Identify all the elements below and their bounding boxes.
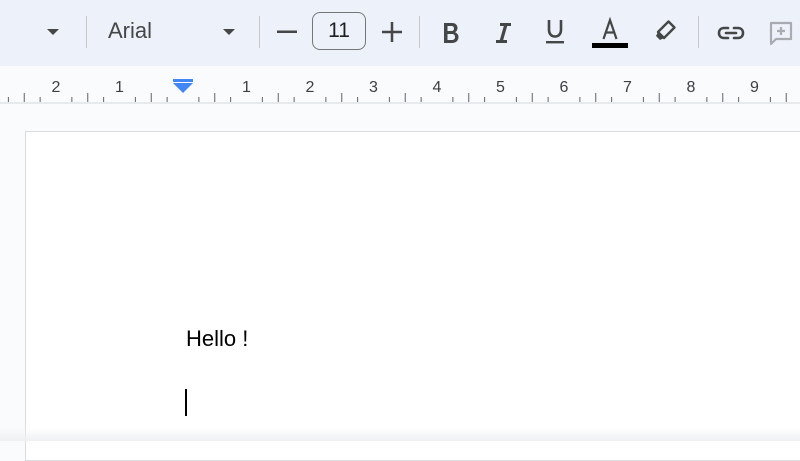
font-family-value: Arial [108, 18, 153, 43]
ruler-label: 2 [306, 79, 315, 96]
underline-icon [546, 20, 564, 44]
plus-icon [382, 22, 402, 42]
ruler-graphic: 2 1 1 2 3 4 5 6 7 8 9 [0, 79, 800, 104]
font-family-chevron[interactable] [216, 20, 242, 44]
link-icon [717, 26, 745, 40]
insert-link-button[interactable] [714, 19, 748, 47]
highlight-color-button[interactable] [650, 16, 680, 46]
ruler-label: 6 [560, 79, 569, 96]
toolbar-separator [86, 16, 87, 48]
ruler-label: 4 [433, 79, 442, 96]
increase-font-size-button[interactable] [377, 18, 407, 46]
ruler-label: 3 [369, 79, 378, 96]
indent-marker-icon[interactable] [173, 83, 193, 93]
horizontal-ruler[interactable]: 2 1 1 2 3 4 5 6 7 8 9 [0, 66, 800, 106]
bold-icon [444, 23, 459, 43]
style-dropdown-button[interactable] [40, 20, 66, 44]
ruler-label: 5 [496, 79, 505, 96]
add-comment-icon [769, 21, 793, 46]
toolbar-separator [259, 16, 260, 48]
minus-icon [277, 30, 297, 33]
ruler-label: 8 [687, 79, 696, 96]
document-page[interactable] [25, 131, 800, 461]
text-color-swatch [592, 43, 628, 48]
decrease-font-size-button[interactable] [272, 18, 302, 46]
bold-button[interactable] [436, 18, 466, 48]
chevron-down-icon [47, 29, 59, 35]
font-size-input[interactable]: 11 [312, 12, 366, 50]
text-cursor [185, 389, 187, 416]
chevron-down-icon [223, 29, 235, 35]
ruler-label: 2 [52, 79, 61, 96]
ruler-label: 9 [750, 79, 759, 96]
add-comment-button[interactable] [766, 18, 796, 48]
italic-button[interactable] [488, 18, 518, 48]
underline-button[interactable] [540, 16, 570, 48]
ruler-label: 1 [115, 79, 124, 96]
indent-marker-top[interactable] [173, 79, 193, 82]
text-color-button[interactable] [590, 14, 630, 50]
italic-icon [496, 23, 511, 43]
toolbar-separator [419, 16, 420, 48]
highlighter-icon [656, 20, 676, 40]
document-text-line[interactable]: Hello ! [186, 326, 248, 352]
formatting-toolbar: Arial 11 [0, 0, 800, 66]
text-color-icon [592, 16, 628, 48]
bottom-scroll-shadow [0, 428, 800, 441]
ruler-label: 1 [242, 79, 251, 96]
toolbar-separator [698, 16, 699, 48]
ruler-label: 7 [623, 79, 632, 96]
